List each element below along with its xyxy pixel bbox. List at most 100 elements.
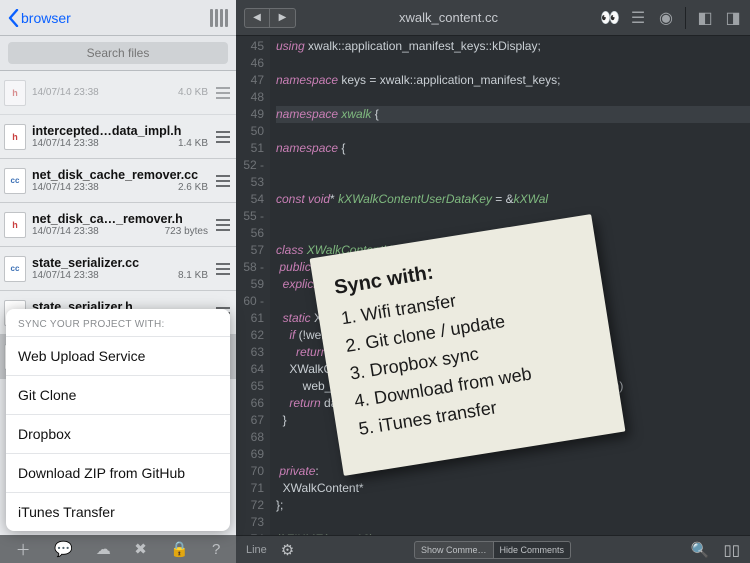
file-size: 8.1 KB <box>178 270 208 281</box>
line-number: 68 <box>236 429 264 446</box>
line-number: 72 <box>236 497 264 514</box>
code-line[interactable] <box>276 123 750 140</box>
annotation-note: Sync with: Wifi transferGit clone / upda… <box>310 214 626 476</box>
cloud-icon[interactable]: ☁ <box>96 540 111 558</box>
help-icon[interactable]: ? <box>212 541 220 558</box>
file-row[interactable]: h intercepted…data_impl.h 14/07/14 23:38… <box>0 115 236 159</box>
file-size: 2.6 KB <box>178 182 208 193</box>
file-type-icon: cc <box>4 256 26 282</box>
code-line[interactable]: namespace keys = xwalk::application_mani… <box>276 72 750 89</box>
show-comments-button[interactable]: Show Comme… <box>414 541 494 559</box>
file-size: 723 bytes <box>165 226 208 237</box>
code-line[interactable] <box>276 514 750 531</box>
file-row[interactable]: h 14/07/14 23:384.0 KB <box>0 71 236 115</box>
code-line[interactable]: namespace { <box>276 140 750 157</box>
code-line[interactable] <box>276 174 750 191</box>
line-number: 70 <box>236 463 264 480</box>
menu-icon[interactable] <box>214 175 230 187</box>
code-line[interactable] <box>276 55 750 72</box>
code-line[interactable]: namespace xwalk { <box>276 106 750 123</box>
line-number: 54 <box>236 191 264 208</box>
line-number: 71 <box>236 480 264 497</box>
chat-icon[interactable]: 💬 <box>54 540 73 558</box>
sync-option[interactable]: Dropbox <box>6 414 230 453</box>
line-number: 65 <box>236 378 264 395</box>
comments-toggle[interactable]: Show Comme… Hide Comments <box>414 541 571 559</box>
hide-comments-button[interactable]: Hide Comments <box>494 541 572 559</box>
line-number: 49 <box>236 106 264 123</box>
code-line[interactable] <box>276 208 750 225</box>
sync-option[interactable]: Git Clone <box>6 375 230 414</box>
file-type-icon: h <box>4 80 26 106</box>
lock-icon[interactable]: 🔒 <box>170 540 189 558</box>
code-line[interactable]: using xwalk::application_manifest_keys::… <box>276 38 750 55</box>
editor-top-bar: ◀ ▶ xwalk_content.cc 👀 ☰ ◉ ◧ ◨ <box>236 0 750 36</box>
file-row[interactable]: h net_disk_ca…_remover.h 14/07/14 23:38 7… <box>0 203 236 247</box>
line-number: 74 <box>236 531 264 535</box>
code-line[interactable]: // FIXME(wang16): <box>276 531 750 535</box>
file-name: intercepted…data_impl.h <box>32 124 208 138</box>
sync-option[interactable]: Web Upload Service <box>6 336 230 375</box>
file-type-icon: h <box>4 124 26 150</box>
panel-right-icon[interactable]: ◨ <box>724 9 742 27</box>
line-number: 45 <box>236 38 264 55</box>
file-name: state_serializer.cc <box>32 256 208 270</box>
code-line[interactable]: const void* kXWalkContentUserDataKey = &… <box>276 191 750 208</box>
file-row[interactable]: cc net_disk_cache_remover.cc 14/07/14 23… <box>0 159 236 203</box>
line-number: 56 <box>236 225 264 242</box>
code-line[interactable]: }; <box>276 497 750 514</box>
sync-option[interactable]: iTunes Transfer <box>6 492 230 531</box>
menu-icon[interactable] <box>214 131 230 143</box>
history-forward-button[interactable]: ▶ <box>270 8 296 28</box>
line-number: 52 - <box>236 157 264 174</box>
file-type-icon: h <box>4 212 26 238</box>
file-row[interactable]: cc state_serializer.cc 14/07/14 23:38 8.1… <box>0 247 236 291</box>
file-date: 14/07/14 23:38 <box>32 270 99 281</box>
browser-toolbar: ＋ 💬 ☁ ✖ 🔒 ? <box>0 535 236 563</box>
history-nav: ◀ ▶ <box>244 8 296 28</box>
code-line[interactable]: XWalkContent* <box>276 480 750 497</box>
line-number: 51 <box>236 140 264 157</box>
chevron-left-icon <box>8 9 19 27</box>
line-label: Line <box>246 544 267 556</box>
back-button[interactable]: browser <box>8 9 71 27</box>
line-number: 60 - <box>236 293 264 310</box>
line-number: 62 <box>236 327 264 344</box>
line-number: 53 <box>236 174 264 191</box>
search-input[interactable] <box>8 42 228 64</box>
line-number: 48 <box>236 89 264 106</box>
file-size: 1.4 KB <box>178 138 208 149</box>
file-name: net_disk_cache_remover.cc <box>32 168 208 182</box>
line-number: 64 <box>236 361 264 378</box>
menu-icon[interactable] <box>214 219 230 231</box>
line-number: 67 <box>236 412 264 429</box>
add-icon[interactable]: ＋ <box>16 539 31 560</box>
file-date: 14/07/14 23:38 <box>32 226 99 237</box>
line-number: 66 <box>236 395 264 412</box>
sync-option[interactable]: Download ZIP from GitHub <box>6 453 230 492</box>
tag-icon[interactable]: ◉ <box>657 9 675 27</box>
line-gutter: 4546474849505152 -535455 -565758 -5960 -… <box>236 36 270 535</box>
line-number: 61 <box>236 310 264 327</box>
column-view-icon[interactable] <box>210 9 228 27</box>
back-label: browser <box>21 10 71 26</box>
book-icon[interactable]: ▯▯ <box>724 541 741 559</box>
line-number: 69 <box>236 446 264 463</box>
menu-icon[interactable] <box>214 87 230 99</box>
menu-icon[interactable] <box>214 263 230 275</box>
panel-left-icon[interactable]: ◧ <box>696 9 714 27</box>
find-icon[interactable]: 👀 <box>601 9 619 27</box>
history-back-button[interactable]: ◀ <box>244 8 270 28</box>
editor-filename: xwalk_content.cc <box>306 10 591 25</box>
tools-icon[interactable]: ✖ <box>134 540 147 558</box>
search-icon[interactable]: 🔍 <box>691 541 710 559</box>
code-line[interactable] <box>276 89 750 106</box>
list-icon[interactable]: ☰ <box>629 9 647 27</box>
line-number: 63 <box>236 344 264 361</box>
settings-icon[interactable]: ⚙ <box>281 541 294 559</box>
file-date: 14/07/14 23:38 <box>32 138 99 149</box>
file-name: net_disk_ca…_remover.h <box>32 212 208 226</box>
line-number: 57 <box>236 242 264 259</box>
code-line[interactable] <box>276 157 750 174</box>
line-number: 73 <box>236 514 264 531</box>
